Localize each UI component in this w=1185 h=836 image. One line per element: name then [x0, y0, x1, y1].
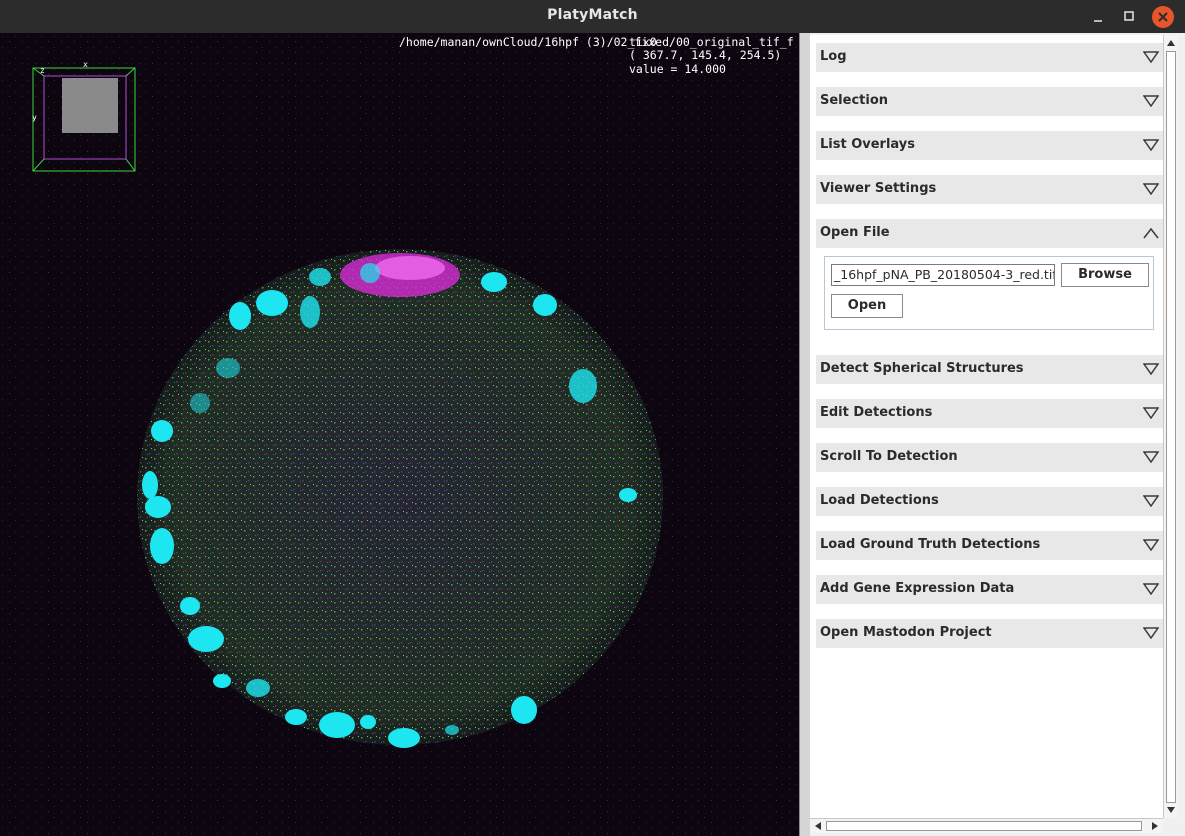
section-open-mastodon-project[interactable]: Open Mastodon Project	[816, 619, 1163, 648]
scroll-up-icon[interactable]	[1164, 36, 1178, 50]
section-selection[interactable]: Selection	[816, 87, 1163, 116]
title-bar: PlatyMatch	[0, 0, 1185, 33]
open-button[interactable]: Open	[831, 294, 903, 318]
section-label: Edit Detections	[820, 405, 933, 420]
section-label: Open Mastodon Project	[820, 625, 992, 640]
section-log[interactable]: Log	[816, 43, 1163, 72]
section-edit-detections[interactable]: Edit Detections	[816, 399, 1163, 428]
navigator-y-label: y	[32, 113, 37, 122]
open-file-body: _16hpf_pNA_PB_20180504-3_red.tif Browse …	[824, 256, 1154, 330]
section-label: Load Ground Truth Detections	[820, 537, 1041, 552]
expand-triangle-icon	[1143, 95, 1159, 107]
expand-triangle-icon	[1143, 495, 1159, 507]
expand-triangle-icon	[1143, 451, 1159, 463]
scroll-right-icon[interactable]	[1148, 819, 1162, 833]
section-list-overlays[interactable]: List Overlays	[816, 131, 1163, 160]
collapse-chevron-icon	[1143, 227, 1159, 239]
vertical-scroll-thumb[interactable]	[1166, 51, 1176, 803]
section-detect-spherical-structures[interactable]: Detect Spherical Structures	[816, 355, 1163, 384]
minimize-button[interactable]	[1087, 6, 1109, 28]
close-icon	[1158, 12, 1168, 22]
expand-triangle-icon	[1143, 183, 1159, 195]
window-title: PlatyMatch	[547, 7, 638, 23]
maximize-icon	[1124, 11, 1134, 21]
embryo-image	[0, 33, 799, 836]
navigator-view-region	[62, 78, 118, 133]
section-label: Open File	[820, 225, 890, 240]
section-label: Load Detections	[820, 493, 939, 508]
section-add-gene-expression-data[interactable]: Add Gene Expression Data	[816, 575, 1163, 604]
section-load-detections[interactable]: Load Detections	[816, 487, 1163, 516]
section-label: Log	[820, 49, 847, 64]
cursor-label: tix0	[629, 35, 657, 49]
scroll-left-icon[interactable]	[811, 819, 825, 833]
expand-triangle-icon	[1143, 627, 1159, 639]
minimize-icon	[1094, 20, 1102, 22]
split-pane-divider[interactable]	[799, 33, 810, 836]
horizontal-scrollbar[interactable]	[810, 818, 1163, 833]
section-label: Selection	[820, 93, 889, 108]
section-label: Viewer Settings	[820, 181, 937, 196]
expand-triangle-icon	[1143, 539, 1159, 551]
section-viewer-settings[interactable]: Viewer Settings	[816, 175, 1163, 204]
section-open-file[interactable]: Open File	[816, 219, 1163, 248]
image-viewer[interactable]: x y z /home/manan/ownCloud/16hpf (3)/02_…	[0, 33, 799, 836]
section-label: List Overlays	[820, 137, 916, 152]
section-load-ground-truth-detections[interactable]: Load Ground Truth Detections	[816, 531, 1163, 560]
vertical-scrollbar[interactable]	[1163, 35, 1178, 818]
scroll-down-icon[interactable]	[1164, 803, 1178, 817]
section-label: Add Gene Expression Data	[820, 581, 1015, 596]
expand-triangle-icon	[1143, 139, 1159, 151]
window-edge	[1178, 35, 1185, 836]
navigator-x-label: x	[83, 60, 88, 69]
close-button[interactable]	[1152, 6, 1174, 28]
maximize-button[interactable]	[1118, 6, 1140, 28]
expand-triangle-icon	[1143, 51, 1159, 63]
file-path-input[interactable]: _16hpf_pNA_PB_20180504-3_red.tif	[831, 264, 1055, 286]
browse-button[interactable]: Browse	[1061, 263, 1149, 287]
section-label: Detect Spherical Structures	[820, 361, 1024, 376]
section-label: Scroll To Detection	[820, 449, 958, 464]
expand-triangle-icon	[1143, 407, 1159, 419]
section-scroll-to-detection[interactable]: Scroll To Detection	[816, 443, 1163, 472]
navigator-z-label: z	[40, 66, 45, 75]
control-panel: Log Selection List Overlays Viewer Setti…	[810, 35, 1163, 818]
expand-triangle-icon	[1143, 583, 1159, 595]
expand-triangle-icon	[1143, 363, 1159, 375]
cursor-coordinates: ( 367.7, 145.4, 254.5)	[629, 48, 782, 62]
horizontal-scroll-thumb[interactable]	[826, 821, 1142, 831]
image-path: /home/manan/ownCloud/16hpf (3)/02_fixed/…	[399, 35, 794, 49]
pixel-value: value = 14.000	[629, 62, 726, 76]
